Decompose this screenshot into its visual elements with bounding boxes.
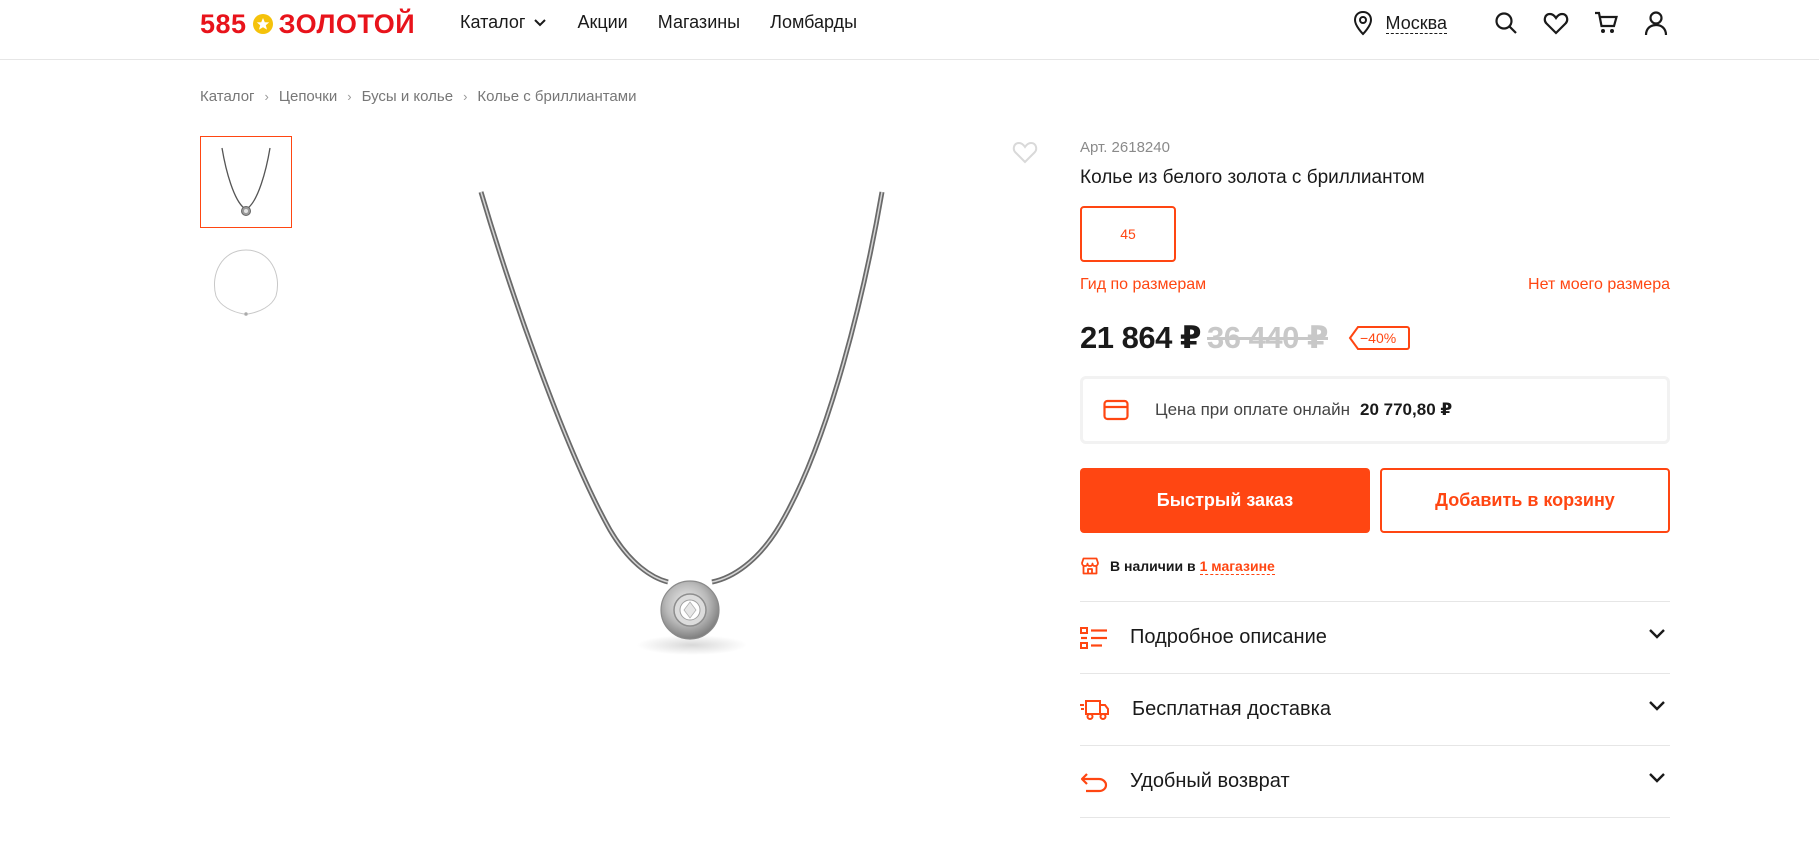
chevron-down-icon [1649, 629, 1665, 639]
size-selector: 45 [1080, 206, 1670, 262]
nav-stores[interactable]: Магазины [658, 12, 740, 33]
product-main-image[interactable] [420, 180, 960, 720]
nav-catalog[interactable]: Каталог [460, 12, 547, 33]
thumbnail-1[interactable] [200, 136, 292, 228]
purchase-actions: Быстрый заказ Добавить в корзину [1080, 468, 1670, 533]
logo-text-zolotoy: ЗОЛОТОЙ [278, 8, 416, 39]
add-to-cart-button[interactable]: Добавить в корзину [1380, 468, 1670, 533]
accordion-description[interactable]: Подробное описание [1080, 602, 1670, 674]
city-selector[interactable]: Москва [1352, 10, 1447, 36]
no-size-link[interactable]: Нет моего размера [1528, 276, 1670, 294]
nav-pawnshops-label: Ломбарды [770, 12, 858, 32]
thumbnail-2[interactable] [200, 238, 292, 330]
online-price-label: Цена при оплате онлайн [1155, 400, 1351, 419]
accordion-easy-return[interactable]: Удобный возврат [1080, 746, 1670, 818]
logo-star-icon [252, 14, 273, 34]
price-row: 21 864 ₽ 36 440 ₽ −40% [1080, 320, 1670, 356]
info-accordion: Подробное описание Бесплатная доставка У… [1080, 601, 1670, 818]
logo-text-585: 585 [200, 8, 247, 39]
quick-order-button[interactable]: Быстрый заказ [1080, 468, 1370, 533]
necklace-full-thumbnail-image [214, 249, 278, 316]
necklace-image [478, 191, 885, 655]
product-info: Арт. 2618240 Колье из белого золота с бр… [1080, 136, 1670, 818]
return-icon [1080, 772, 1108, 792]
site-logo[interactable]: 585 ЗОЛОТОЙ [200, 8, 415, 40]
store-icon [1081, 557, 1099, 575]
accordion-easy-return-label: Удобный возврат [1130, 770, 1290, 792]
thumbnail-list [200, 136, 292, 340]
nav-pawnshops[interactable]: Ломбарды [770, 12, 857, 33]
accordion-free-delivery-label: Бесплатная доставка [1132, 698, 1331, 720]
breadcrumb-separator-icon: › [264, 89, 269, 104]
accordion-description-label: Подробное описание [1130, 626, 1327, 648]
breadcrumb-beads-necklaces[interactable]: Бусы и колье [362, 88, 454, 105]
size-option-45[interactable]: 45 [1080, 206, 1176, 262]
nav-promotions[interactable]: Акции [577, 12, 627, 33]
stock-label: В наличии в [1110, 558, 1196, 574]
discount-badge: −40% [1348, 325, 1410, 351]
old-price: 36 440 ₽ [1207, 320, 1329, 355]
online-payment-price: Цена при оплате онлайн 20 770,80 ₽ [1080, 376, 1670, 444]
breadcrumb-separator-icon: › [463, 89, 468, 104]
stock-stores-link[interactable]: 1 магазине [1199, 558, 1275, 575]
user-icon[interactable] [1643, 10, 1669, 36]
online-price-value: 20 770,80 ₽ [1360, 400, 1453, 419]
main-nav: Каталог Акции Магазины Ломбарды [460, 12, 887, 33]
breadcrumb-separator-icon: › [347, 89, 352, 104]
product-sku: Арт. 2618240 [1080, 139, 1170, 156]
nav-promotions-label: Акции [577, 12, 628, 32]
size-links: Гид по размерам Нет моего размера [1080, 276, 1670, 294]
nav-catalog-label: Каталог [460, 12, 526, 32]
discount-value: −40% [1360, 330, 1397, 346]
search-icon[interactable] [1493, 10, 1519, 36]
heart-icon[interactable] [1543, 10, 1569, 36]
breadcrumb-catalog[interactable]: Каталог [200, 88, 255, 105]
breadcrumb: Каталог › Цепочки › Бусы и колье › Колье… [200, 88, 636, 105]
chevron-down-icon [1649, 701, 1665, 711]
current-price: 21 864 ₽ [1080, 320, 1202, 355]
credit-card-icon [1103, 399, 1129, 421]
breadcrumb-current[interactable]: Колье с бриллиантами [477, 88, 636, 105]
list-icon [1080, 626, 1107, 649]
breadcrumb-chains[interactable]: Цепочки [279, 88, 337, 105]
size-guide-link[interactable]: Гид по размерам [1080, 276, 1206, 294]
stock-availability: В наличии в 1 магазине [1080, 557, 1670, 575]
cart-icon[interactable] [1593, 10, 1619, 36]
product-title: Колье из белого золота с бриллиантом [1080, 167, 1425, 188]
truck-icon [1080, 699, 1109, 720]
location-pin-icon [1353, 10, 1372, 36]
header-actions: Москва [1352, 10, 1669, 36]
site-header: 585 ЗОЛОТОЙ Каталог Акции Магазины Ломба… [0, 0, 1819, 60]
add-to-favorites-heart-icon[interactable] [1012, 140, 1038, 169]
city-name: Москва [1385, 12, 1447, 34]
chevron-down-icon [1649, 773, 1665, 783]
necklace-thumbnail-image [221, 147, 271, 216]
accordion-free-delivery[interactable]: Бесплатная доставка [1080, 674, 1670, 746]
chevron-down-icon [534, 18, 547, 26]
nav-stores-label: Магазины [657, 12, 741, 32]
